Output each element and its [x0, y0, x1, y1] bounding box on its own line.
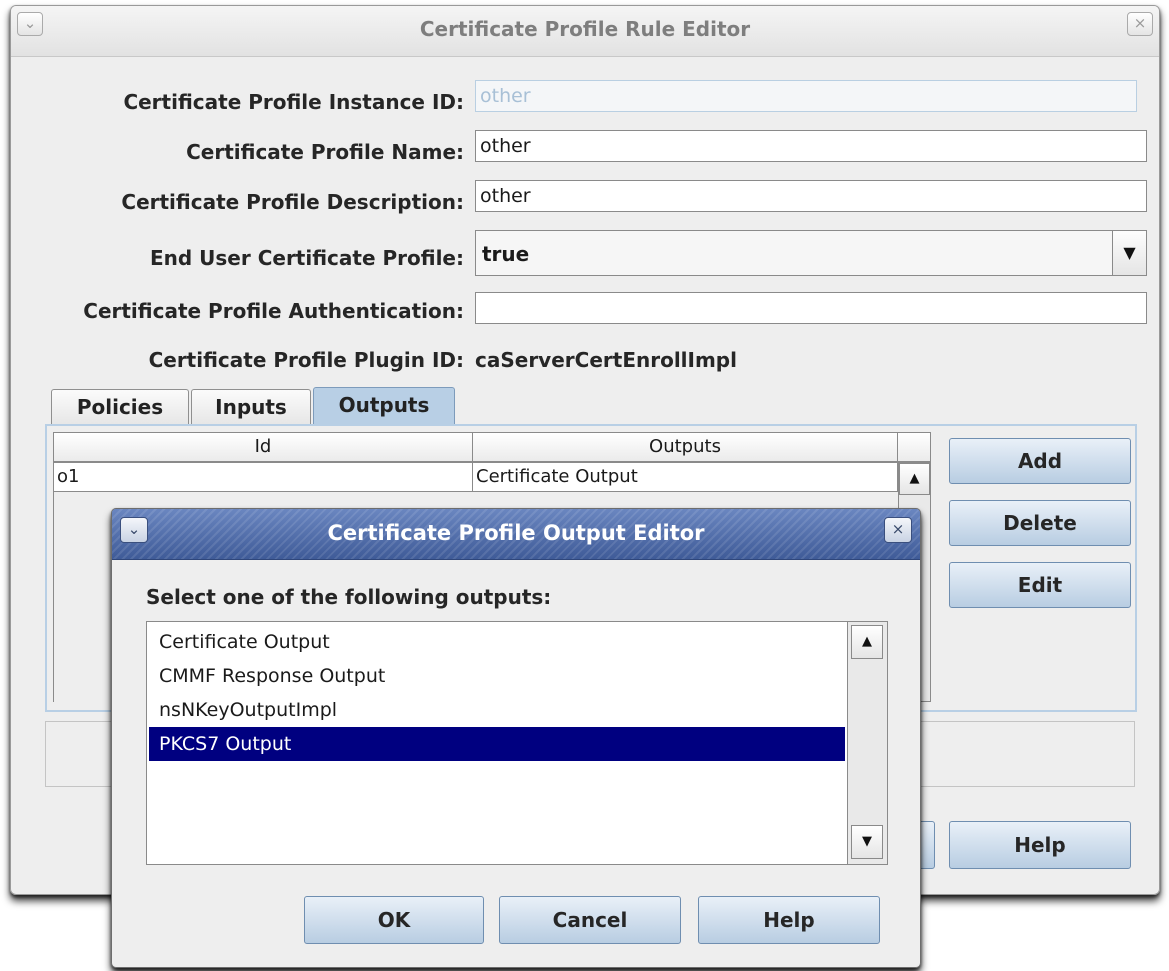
- dialog-list-scrollbar[interactable]: ▲ ▼: [847, 622, 887, 864]
- end-user-profile-select[interactable]: true ▼: [475, 230, 1147, 276]
- list-item-nsnkey-output[interactable]: nsNKeyOutputImpl: [149, 693, 845, 727]
- scroll-up-icon[interactable]: ▲: [851, 625, 883, 659]
- authentication-label: Certificate Profile Authentication:: [83, 299, 464, 323]
- chevron-down-icon[interactable]: ▼: [1112, 231, 1146, 275]
- table-header-id[interactable]: Id: [53, 432, 473, 462]
- dialog-title: Certificate Profile Output Editor: [327, 521, 705, 545]
- help-button[interactable]: Help: [949, 821, 1131, 869]
- edit-button[interactable]: Edit: [949, 562, 1131, 608]
- profile-name-label: Certificate Profile Name:: [186, 140, 464, 164]
- output-editor-dialog: ⌄ Certificate Profile Output Editor × Se…: [111, 508, 921, 968]
- table-header-corner: [897, 432, 931, 462]
- list-item-certificate-output[interactable]: Certificate Output: [149, 625, 845, 659]
- close-icon[interactable]: ×: [1127, 12, 1153, 36]
- scroll-down-icon[interactable]: ▼: [851, 825, 883, 859]
- dialog-title-bar[interactable]: ⌄ Certificate Profile Output Editor ×: [112, 509, 920, 560]
- tab-inputs[interactable]: Inputs: [191, 389, 311, 425]
- output-options-list[interactable]: Certificate Output CMMF Response Output …: [146, 621, 888, 865]
- scroll-up-icon[interactable]: ▲: [899, 463, 930, 495]
- list-item-cmmf-response-output[interactable]: CMMF Response Output: [149, 659, 845, 693]
- dialog-close-icon[interactable]: ×: [884, 517, 912, 543]
- tab-outputs[interactable]: Outputs: [313, 387, 455, 425]
- ok-button[interactable]: OK: [304, 896, 484, 944]
- dialog-prompt: Select one of the following outputs:: [146, 585, 552, 609]
- end-user-profile-label: End User Certificate Profile:: [149, 246, 464, 270]
- authentication-field[interactable]: [475, 292, 1147, 324]
- tab-policies[interactable]: Policies: [51, 389, 189, 425]
- delete-button[interactable]: Delete: [949, 500, 1131, 546]
- table-header-outputs[interactable]: Outputs: [472, 432, 898, 462]
- profile-description-field[interactable]: other: [475, 180, 1147, 212]
- plugin-id-label: Certificate Profile Plugin ID:: [148, 348, 464, 372]
- list-item-pkcs7-output[interactable]: PKCS7 Output: [149, 727, 845, 761]
- plugin-id-value: caServerCertEnrollImpl: [475, 348, 737, 372]
- add-button[interactable]: Add: [949, 438, 1131, 484]
- profile-description-label: Certificate Profile Description:: [121, 190, 464, 214]
- table-cell-output[interactable]: Certificate Output: [472, 462, 898, 492]
- table-cell-id[interactable]: o1: [53, 462, 473, 492]
- instance-id-label: Certificate Profile Instance ID:: [123, 90, 464, 114]
- instance-id-field[interactable]: other: [475, 80, 1137, 112]
- cancel-button[interactable]: Cancel: [499, 896, 681, 944]
- dialog-help-button[interactable]: Help: [698, 896, 880, 944]
- profile-name-field[interactable]: other: [475, 130, 1147, 162]
- end-user-profile-value: true: [482, 242, 530, 266]
